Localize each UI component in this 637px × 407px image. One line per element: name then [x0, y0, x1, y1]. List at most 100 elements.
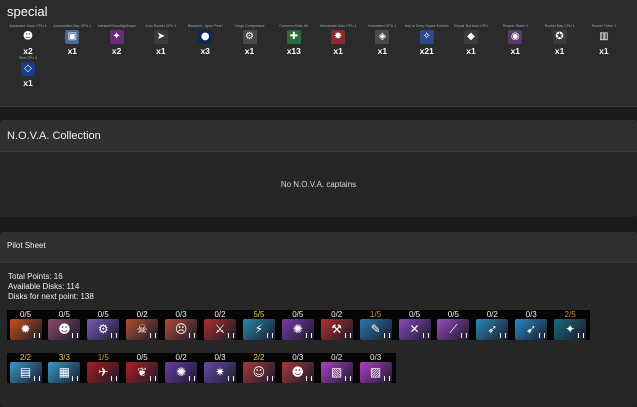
pilot-disk[interactable]: 2/2 ▤ [7, 353, 44, 383]
special-item-count: x1 [466, 46, 476, 56]
disk-level: 0/3 [292, 353, 304, 362]
special-item[interactable]: Rocket Bay CPU 1 ✪ x1 [538, 24, 582, 56]
special-item-name: Rocket Turbo 1 [591, 24, 617, 28]
special-item[interactable]: Heliobeam Auto CPU 1 ✸ x1 [316, 24, 360, 56]
nova-collection-panel: N.O.V.A. Collection No N.O.V.A. captains [0, 120, 637, 217]
special-item[interactable]: Key to Deep Space Echoes ✧ x21 [405, 24, 449, 56]
disk-level: 0/5 [447, 310, 459, 319]
special-item-count: x1 [333, 46, 343, 56]
pilot-disk[interactable]: 0/3 ▨ [357, 353, 394, 383]
pilot-face-disk-icon: ☻ [48, 319, 81, 340]
special-item[interactable]: Infested Broodlighthope ✦ x2 [95, 24, 139, 56]
ammo-bay-icon: ▣ [65, 30, 80, 44]
pilot-disk[interactable]: 0/3 ☹ [163, 310, 200, 340]
pilot-disk[interactable]: 0/5 ✕ [396, 310, 433, 340]
captain-face-disk-icon: ☺ [242, 362, 275, 383]
special-item[interactable]: Repair Bot Auto CPU ◆ x1 [449, 24, 493, 56]
pilot-disk[interactable]: 0/3 ✷ [202, 353, 239, 383]
repair-bot-icon: ◆ [464, 30, 478, 44]
disk-level: 0/5 [292, 310, 304, 319]
pilot-disk[interactable]: 0/3 ➹ [513, 310, 550, 340]
pilot-sheet-header[interactable]: Pilot Sheet [0, 232, 637, 263]
pilot-disk[interactable]: 0/5 ⚙ [85, 310, 122, 340]
special-item[interactable]: Blueprint - Apex Pearl ● x3 [183, 24, 227, 56]
disk-row-2: 2/2 ▤ 3/3 ▦ 1/5 ✈ 0/5 ❦ 0/2 ✺ 0/3 ✷ 2/2 ☺ 0/3 ☻ 0/2 ▧ 0/3 ▨ [7, 353, 396, 383]
disk-level: 0/2 [136, 310, 148, 319]
pilot-stats: Total Points: 16 Available Disks: 114 Di… [8, 272, 94, 302]
hammer-disk-icon: ⚒ [320, 319, 353, 340]
special-item[interactable]: Ammunition Bay CPU 1 ▣ x1 [50, 24, 94, 56]
special-item-count: x1 [156, 46, 166, 56]
disk-row-1: 0/5 ✹ 0/5 ☻ 0/5 ⚙ 0/2 ☠ 0/3 ☹ 0/2 ⚔ 5/5 ⚡ 0/5 ✺ 0/2 ⚒ 1/5 ✎… [7, 310, 590, 340]
pilot-disk[interactable]: 1/5 ✎ [357, 310, 394, 340]
brood-icon: ✦ [109, 30, 124, 44]
pilot-disk[interactable]: 5/5 ⚡ [240, 310, 277, 340]
pilot-disk[interactable]: 0/2 ⚔ [202, 310, 239, 340]
rocket-bay-icon: ✪ [552, 30, 567, 44]
disk-level: 0/3 [525, 310, 537, 319]
pilot-disk[interactable]: 1/5 ✈ [85, 353, 122, 383]
disk-level: 0/2 [486, 310, 498, 319]
special-item-name: Invisatlerd CPU 1 [368, 24, 397, 28]
special-item[interactable]: Cargo Compressor ⚙ x1 [228, 24, 272, 56]
pilot-disk[interactable]: 3/3 ▦ [46, 353, 83, 383]
pilot-disk[interactable]: 0/5 ✹ [7, 310, 44, 340]
nova-collection-header[interactable]: N.O.V.A. Collection [0, 120, 637, 152]
special-item-count: x21 [419, 46, 434, 56]
veteran-face-disk-icon: ☻ [281, 362, 314, 383]
disk-level: 5/5 [253, 310, 265, 319]
orb-disk-icon: ✺ [281, 319, 314, 340]
pilot-disk[interactable]: 0/5 ⟋ [435, 310, 472, 340]
special-item[interactable]: Rocket Turbo 1 ▥ x1 [582, 24, 626, 56]
wrench-disk-icon: ✎ [359, 319, 392, 340]
pearl-icon: ● [198, 30, 213, 44]
disk-level: 0/3 [214, 353, 226, 362]
special-title: special [7, 4, 48, 19]
special-item-name: Common Relic Kit [279, 24, 309, 28]
cannon-disk-icon: ➶ [476, 319, 509, 340]
special-item-count: x3 [200, 46, 210, 56]
pilot-disk[interactable]: 2/2 ☺ [240, 353, 277, 383]
disk-level: 0/5 [136, 353, 148, 362]
missile-disk-icon: ➹ [515, 319, 548, 340]
pilot-disk[interactable]: 0/2 ✺ [163, 353, 200, 383]
special-item[interactable]: Reaper Skate 4 ◉ x1 [493, 24, 537, 56]
special-item-name: Ammunition Bay CPU 1 [53, 24, 92, 28]
pilot-disk[interactable]: 0/3 ☻ [279, 353, 316, 383]
special-item-count: x1 [554, 46, 565, 56]
special-item-name: Repair Bot Auto CPU [454, 24, 488, 28]
book-disk-icon: ▤ [9, 362, 42, 383]
fox-face-icon: ☻ [21, 30, 35, 44]
pilot-disk[interactable]: 2/5 ✦ [552, 310, 589, 340]
pilot-sheet-panel: Pilot Sheet Total Points: 16 Available D… [0, 232, 637, 407]
pilot-disk[interactable]: 0/5 ❦ [124, 353, 161, 383]
special-item-name: Auto Rocket CPU 1 [145, 24, 177, 28]
raptor-disk-icon: ✈ [87, 362, 120, 383]
pilot-disk[interactable]: 0/2 ☠ [124, 310, 161, 340]
heliobeam-icon: ✸ [331, 30, 346, 44]
nova-empty-message: No N.O.V.A. captains [280, 180, 357, 189]
special-item-count: x1 [599, 46, 609, 56]
pilot-disk[interactable]: 0/5 ☻ [46, 310, 83, 340]
total-points: Total Points: 16 [8, 272, 63, 281]
pilot-disk[interactable]: 0/2 ▧ [318, 353, 355, 383]
disk-level: 0/2 [331, 353, 343, 362]
special-item-name: Cargo Compressor [234, 24, 265, 28]
pilot-disk[interactable]: 0/5 ✺ [279, 310, 316, 340]
special-item[interactable]: Auto Rocket CPU 1 ➤ x1 [139, 24, 183, 56]
special-item[interactable]: Advanced Jump CPU 1 ☻ x2 [6, 24, 50, 56]
tome-disk-icon: ▦ [48, 362, 81, 383]
special-item-count: x1 [510, 46, 521, 56]
pilot-sheet-title: Pilot Sheet [7, 241, 46, 250]
pilot-disk[interactable]: 0/2 ➶ [474, 310, 511, 340]
disk-level: 1/5 [97, 353, 109, 362]
special-item[interactable]: Sea CPU 4 ◇ x1 [6, 56, 50, 88]
disk-level: 0/3 [370, 353, 382, 362]
special-item-name: Reaper Skate 4 [502, 24, 528, 28]
compressor-icon: ⚙ [242, 30, 257, 44]
wings-disk-icon: ❦ [126, 362, 159, 383]
pilot-disk[interactable]: 0/2 ⚒ [318, 310, 355, 340]
special-item[interactable]: Common Relic Kit ✚ x13 [272, 24, 316, 56]
special-item[interactable]: Invisatlerd CPU 1 ◈ x1 [360, 24, 404, 56]
special-item-name: Sea CPU 4 [19, 56, 37, 60]
